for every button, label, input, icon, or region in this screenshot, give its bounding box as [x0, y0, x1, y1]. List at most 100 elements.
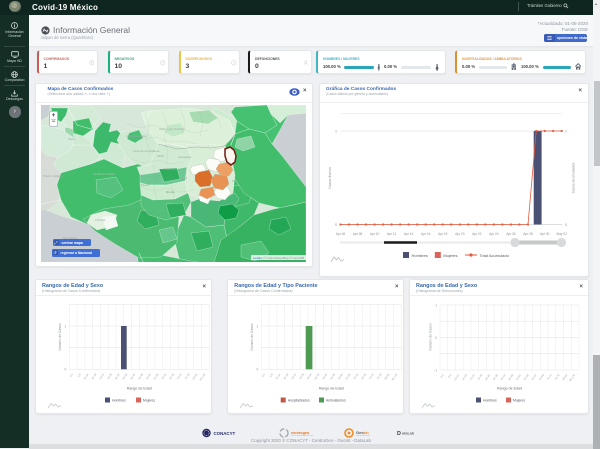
svg-text:60-64: 60-64	[530, 373, 537, 381]
svg-text:55-59: 55-59	[523, 373, 530, 381]
svg-text:Celaya: Celaya	[179, 176, 188, 180]
svg-text:60-64: 60-64	[160, 372, 167, 380]
svg-text:D: D	[397, 431, 401, 437]
svg-text:Apr 26: Apr 26	[506, 232, 516, 236]
svg-text:85 y M: 85 y M	[391, 373, 399, 382]
svg-text:65-69: 65-69	[360, 372, 367, 380]
svg-text:Apr 16: Apr 16	[421, 232, 431, 236]
svg-text:Apr 18: Apr 18	[438, 232, 448, 236]
svg-text:20-24: 20-24	[98, 372, 105, 380]
svg-text:80-84: 80-84	[191, 372, 198, 380]
svg-text:Salamanca: Salamanca	[164, 167, 178, 171]
svg-text:1: 1	[257, 324, 259, 328]
svg-text:Hombres: Hombres	[483, 399, 497, 403]
svg-text:0-4: 0-4	[261, 372, 267, 378]
svg-text:25-29: 25-29	[298, 372, 305, 380]
svg-text:45-49: 45-49	[329, 372, 336, 380]
svg-text:Número de Casos: Número de Casos	[429, 323, 433, 351]
svg-text:Tepic: Tepic	[68, 137, 76, 141]
svg-text:Apr 28: Apr 28	[523, 232, 533, 236]
svg-text:15-19: 15-19	[461, 373, 468, 381]
svg-text:Hospitalizados: Hospitalizados	[288, 398, 310, 402]
svg-text:10-14: 10-14	[453, 373, 460, 381]
svg-text:Apr 08: Apr 08	[353, 232, 363, 236]
svg-text:May 02: May 02	[556, 232, 567, 236]
svg-text:Número de Casos: Número de Casos	[250, 323, 254, 351]
svg-text:15-19: 15-19	[90, 372, 97, 380]
svg-text:0: 0	[435, 336, 437, 340]
svg-text:Total Acumulado: Total Acumulado	[480, 252, 510, 257]
svg-text:0: 0	[65, 368, 67, 372]
svg-text:45-49: 45-49	[137, 372, 144, 380]
svg-text:Guanajuato: Guanajuato	[178, 155, 192, 159]
svg-text:0-4: 0-4	[69, 372, 75, 378]
svg-text:ataLab: ataLab	[402, 431, 415, 435]
svg-text:Pachuca: Pachuca	[232, 179, 243, 183]
svg-text:75-79: 75-79	[376, 372, 383, 380]
svg-text:Casos Acumulados: Casos Acumulados	[572, 162, 576, 193]
svg-text:0: 0	[335, 223, 337, 227]
svg-text:1: 1	[65, 324, 67, 328]
svg-text:0-4: 0-4	[439, 373, 445, 379]
svg-text:70-74: 70-74	[176, 372, 183, 380]
svg-text:Ambulatorios: Ambulatorios	[326, 398, 346, 402]
svg-text:Rango de Edad: Rango de Edad	[319, 386, 344, 390]
svg-text:80-84: 80-84	[561, 373, 568, 381]
svg-text:35-39: 35-39	[314, 372, 321, 380]
svg-text:Número de Casos: Número de Casos	[58, 323, 62, 351]
svg-text:Mujeres: Mujeres	[143, 399, 155, 403]
svg-text:85 y M: 85 y M	[198, 373, 206, 382]
svg-text:30-34: 30-34	[306, 372, 313, 380]
svg-text:10-14: 10-14	[275, 372, 282, 380]
svg-text:10-14: 10-14	[82, 372, 89, 380]
svg-text:Hombres: Hombres	[112, 399, 126, 403]
svg-text:Casos diarios: Casos diarios	[328, 166, 332, 188]
svg-text:55-59: 55-59	[152, 372, 159, 380]
svg-text:20-24: 20-24	[290, 372, 297, 380]
svg-text:35-39: 35-39	[492, 373, 499, 381]
svg-text:5-9: 5-9	[76, 372, 82, 378]
svg-text:León de los Aldama: León de los Aldama	[133, 149, 160, 153]
svg-text:Rango de Edad: Rango de Edad	[497, 387, 522, 391]
svg-text:50-54: 50-54	[145, 372, 152, 380]
svg-text:35-39: 35-39	[121, 372, 128, 380]
svg-text:GUADALAJARA: GUADALAJARA	[93, 172, 115, 176]
svg-text:Rango de Edad: Rango de Edad	[127, 387, 152, 391]
svg-text:45-49: 45-49	[507, 373, 514, 381]
svg-text:?: ?	[233, 61, 235, 65]
svg-text:CONACYT: CONACYT	[214, 431, 236, 436]
svg-text:1: 1	[435, 303, 437, 307]
svg-text:Morelia: Morelia	[166, 190, 175, 194]
svg-text:SAN LUIS POTOSÍ: SAN LUIS POTOSÍ	[159, 127, 185, 131]
svg-text:40-44: 40-44	[129, 372, 136, 380]
svg-text:Pénjamo: Pénjamo	[139, 183, 150, 187]
svg-text:Hombres: Hombres	[412, 252, 428, 257]
svg-text:0: 0	[257, 368, 259, 372]
svg-text:Apr 22: Apr 22	[472, 232, 482, 236]
svg-text:Apr 20: Apr 20	[455, 232, 465, 236]
svg-text:25-29: 25-29	[476, 373, 483, 381]
svg-text:5-9: 5-9	[269, 372, 275, 378]
svg-text:50-54: 50-54	[337, 372, 344, 380]
svg-text:15-19: 15-19	[283, 372, 290, 380]
svg-text:Apr 06: Apr 06	[336, 232, 346, 236]
svg-text:Puerto Vallarta: Puerto Vallarta	[43, 174, 63, 178]
svg-text:80-84: 80-84	[384, 372, 391, 380]
svg-text:Apr 24: Apr 24	[489, 232, 499, 236]
svg-text:60-64: 60-64	[353, 372, 360, 380]
svg-text:40-44: 40-44	[321, 372, 328, 380]
svg-text:65-69: 65-69	[538, 373, 545, 381]
svg-text:Aguascalientes: Aguascalientes	[126, 134, 147, 138]
svg-text:GeoInt: GeoInt	[356, 430, 369, 435]
svg-text:40-44: 40-44	[499, 373, 506, 381]
svg-text:50-54: 50-54	[515, 373, 522, 381]
svg-text:COLIMA: COLIMA	[95, 218, 106, 222]
svg-text:70-74: 70-74	[546, 373, 553, 381]
svg-text:Apr 10: Apr 10	[370, 232, 380, 236]
svg-text:85 y M: 85 y M	[568, 373, 576, 382]
svg-text:5-9: 5-9	[447, 373, 453, 379]
svg-text:25-29: 25-29	[106, 372, 113, 380]
svg-text:0: 0	[565, 223, 567, 227]
svg-text:1: 1	[565, 129, 567, 133]
svg-text:75-79: 75-79	[184, 372, 191, 380]
